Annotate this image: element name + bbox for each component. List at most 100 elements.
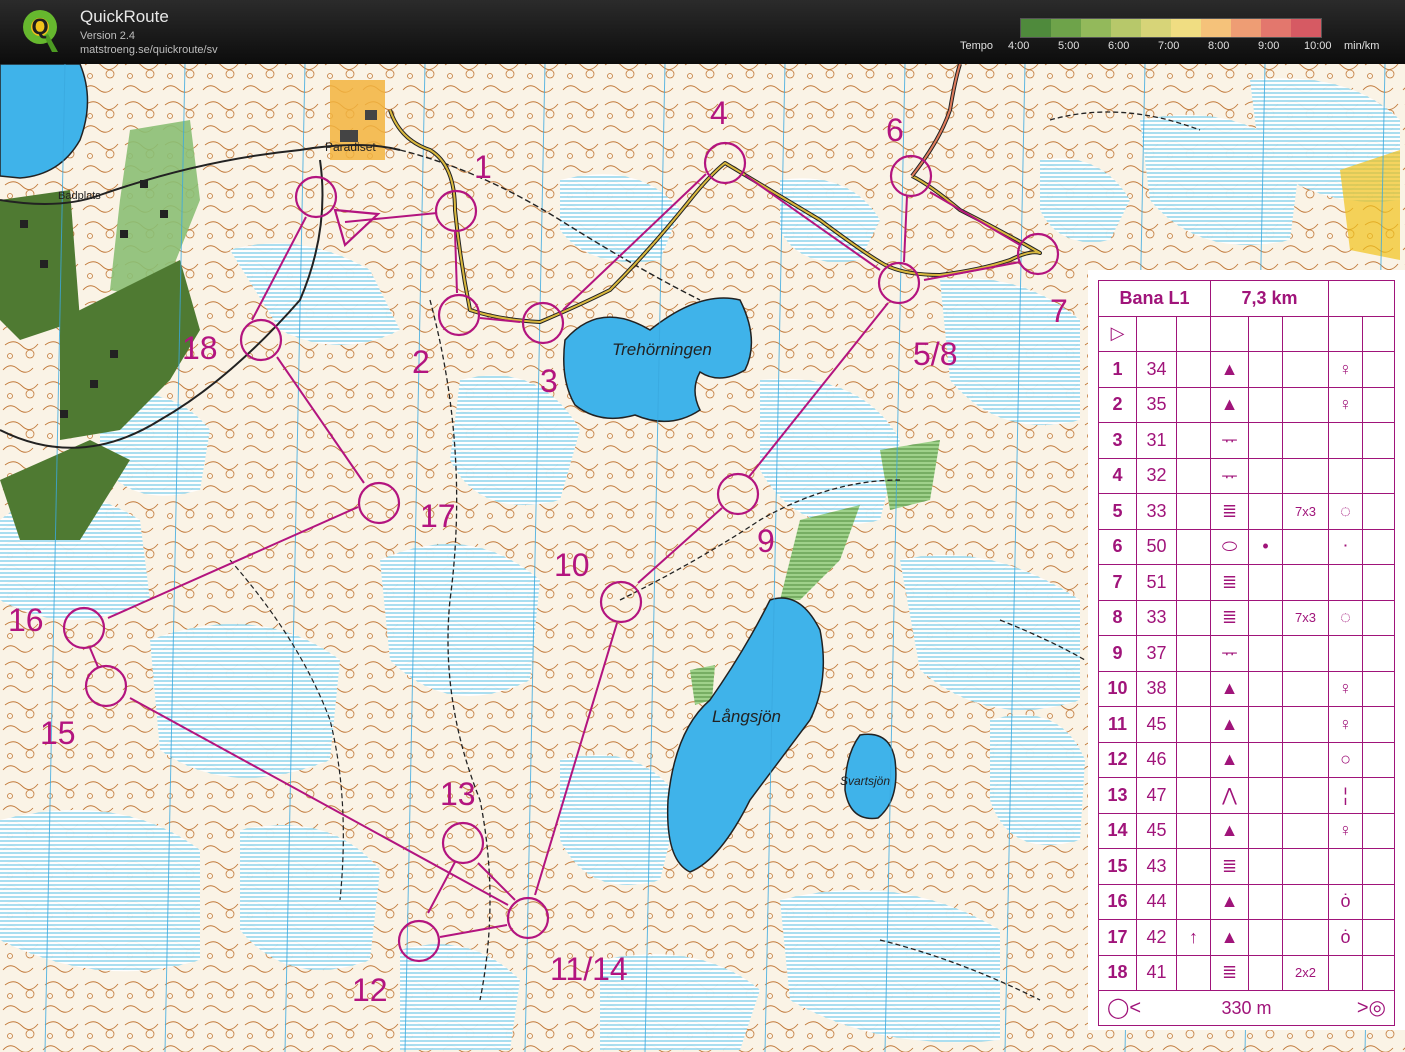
dimension-text: 2x2 [1282, 954, 1330, 992]
dimension-text [1282, 528, 1330, 565]
control-number: 5 [1098, 493, 1137, 530]
feature-symbol-icon: ᅲ [1210, 422, 1250, 459]
position-symbol-icon: ◌ [1328, 599, 1364, 636]
feature-symbol-icon: ᅲ [1210, 635, 1250, 672]
detail-symbol-icon [1248, 493, 1284, 530]
dimension-text [1282, 741, 1330, 778]
position-symbol-icon: ♀ [1328, 812, 1364, 849]
direction-icon [1175, 599, 1212, 636]
tempo-scale-segment [1201, 19, 1231, 37]
control-number: 1 [1098, 351, 1137, 388]
control-code: 45 [1136, 812, 1177, 849]
tempo-unit: min/km [1344, 40, 1380, 52]
finish-right-icon: >◎ [1356, 997, 1387, 1020]
app-url: matstroeng.se/quickroute/sv [80, 44, 218, 56]
extra-cell [1362, 777, 1396, 814]
extra-cell [1362, 564, 1396, 601]
position-symbol-icon [1328, 457, 1364, 494]
dimension-text [1282, 457, 1330, 494]
control-code: 33 [1136, 599, 1177, 636]
control-code: 47 [1136, 777, 1177, 814]
control-row: 4 32 ᅲ [1098, 457, 1396, 494]
control-label: 7 [1050, 293, 1068, 329]
direction-icon [1175, 386, 1212, 423]
control-number: 4 [1098, 457, 1137, 494]
place-label: Svartsjön [840, 774, 890, 788]
control-label: 18 [182, 330, 218, 366]
detail-symbol-icon: • [1248, 528, 1284, 565]
control-label: 11/14 [550, 951, 628, 987]
detail-symbol-icon [1248, 599, 1284, 636]
control-code: 44 [1136, 883, 1177, 920]
tempo-tick: 7:00 [1158, 40, 1180, 52]
tempo-tick: 6:00 [1108, 40, 1130, 52]
control-code: 41 [1136, 954, 1177, 992]
dimension-text [1282, 777, 1330, 814]
extra-cell [1362, 528, 1396, 565]
control-label: 3 [540, 363, 558, 399]
position-symbol-icon: ♀ [1328, 670, 1364, 707]
control-row: 14 45 ▲ ♀ [1098, 812, 1396, 849]
place-label: Långsjön [712, 707, 781, 726]
dimension-text [1282, 919, 1330, 956]
control-label: 17 [420, 498, 456, 534]
extra-cell [1362, 741, 1396, 778]
control-row: 5 33 ≣ 7x3 ◌ [1098, 493, 1396, 530]
control-code: 46 [1136, 741, 1177, 778]
control-code: 45 [1136, 706, 1177, 743]
dimension-text [1282, 670, 1330, 707]
control-row: 8 33 ≣ 7x3 ◌ [1098, 599, 1396, 636]
control-description-table: Bana L1 7,3 km ▷ 1 34 ▲ ♀ 2 35 ▲ ♀ 3 31 ᅲ 4 32 ᅲ 5 33 ≣ 7… [1097, 280, 1396, 1026]
direction-icon [1175, 812, 1212, 849]
control-code: 35 [1136, 386, 1177, 423]
direction-icon [1175, 777, 1212, 814]
feature-symbol-icon: ᅲ [1210, 457, 1250, 494]
tempo-scale-segment [1021, 19, 1051, 37]
app-version: Version 2.4 [80, 30, 136, 42]
direction-icon [1175, 741, 1212, 778]
control-number: 10 [1098, 670, 1137, 707]
control-code: 32 [1136, 457, 1177, 494]
control-label: 13 [440, 776, 476, 812]
extra-cell [1362, 919, 1396, 956]
control-row: 6 50 ⬭ • ⋅ [1098, 528, 1396, 565]
tempo-tick: 5:00 [1058, 40, 1080, 52]
detail-symbol-icon [1248, 386, 1284, 423]
feature-symbol-icon: ▲ [1210, 670, 1250, 707]
table-header-row: Bana L1 7,3 km [1097, 280, 1396, 317]
tempo-scale-segment [1141, 19, 1171, 37]
feature-symbol-icon: ▲ [1210, 919, 1250, 956]
tempo-tick: 8:00 [1208, 40, 1230, 52]
table-body: Bana L1 7,3 km ▷ 1 34 ▲ ♀ 2 35 ▲ ♀ 3 31 ᅲ 4 32 ᅲ 5 33 ≣ 7… [1097, 280, 1396, 992]
control-row: 16 44 ▲ ȯ [1098, 883, 1396, 920]
detail-symbol-icon [1248, 422, 1284, 459]
detail-symbol-icon [1248, 635, 1284, 672]
tempo-scale-segment [1261, 19, 1291, 37]
direction-icon [1175, 954, 1212, 992]
place-label: Trehörningen [612, 340, 712, 359]
control-description-panel: Bana L1 7,3 km ▷ 1 34 ▲ ♀ 2 35 ▲ ♀ 3 31 ᅲ 4 32 ᅲ 5 33 ≣ 7… [1088, 270, 1405, 1030]
place-label: Paradiset [325, 140, 376, 154]
detail-symbol-icon [1248, 812, 1284, 849]
header-blank [1328, 280, 1396, 317]
extra-cell [1362, 635, 1396, 672]
control-label: 1 [474, 149, 492, 185]
feature-symbol-icon: ▲ [1210, 386, 1250, 423]
feature-symbol-icon: ⬭ [1210, 528, 1250, 565]
direction-icon [1175, 457, 1212, 494]
direction-icon [1175, 706, 1212, 743]
control-row: 9 37 ᅲ [1098, 635, 1396, 672]
control-number: 9 [1098, 635, 1137, 672]
detail-symbol-icon [1248, 848, 1284, 885]
dimension-text [1282, 812, 1330, 849]
position-symbol-icon: ◌ [1328, 493, 1364, 530]
extra-cell [1362, 351, 1396, 388]
finish-left-icon: ◯< [1107, 997, 1142, 1020]
quickroute-logo-icon: Q [23, 10, 58, 52]
tempo-scale-segment [1051, 19, 1081, 37]
position-symbol-icon [1328, 564, 1364, 601]
control-code: 43 [1136, 848, 1177, 885]
course-length: 7,3 km [1210, 280, 1330, 317]
position-symbol-icon: ⋅ [1328, 528, 1364, 565]
title-bar: Q QuickRoute Version 2.4 matstroeng.se/q… [0, 0, 1405, 64]
